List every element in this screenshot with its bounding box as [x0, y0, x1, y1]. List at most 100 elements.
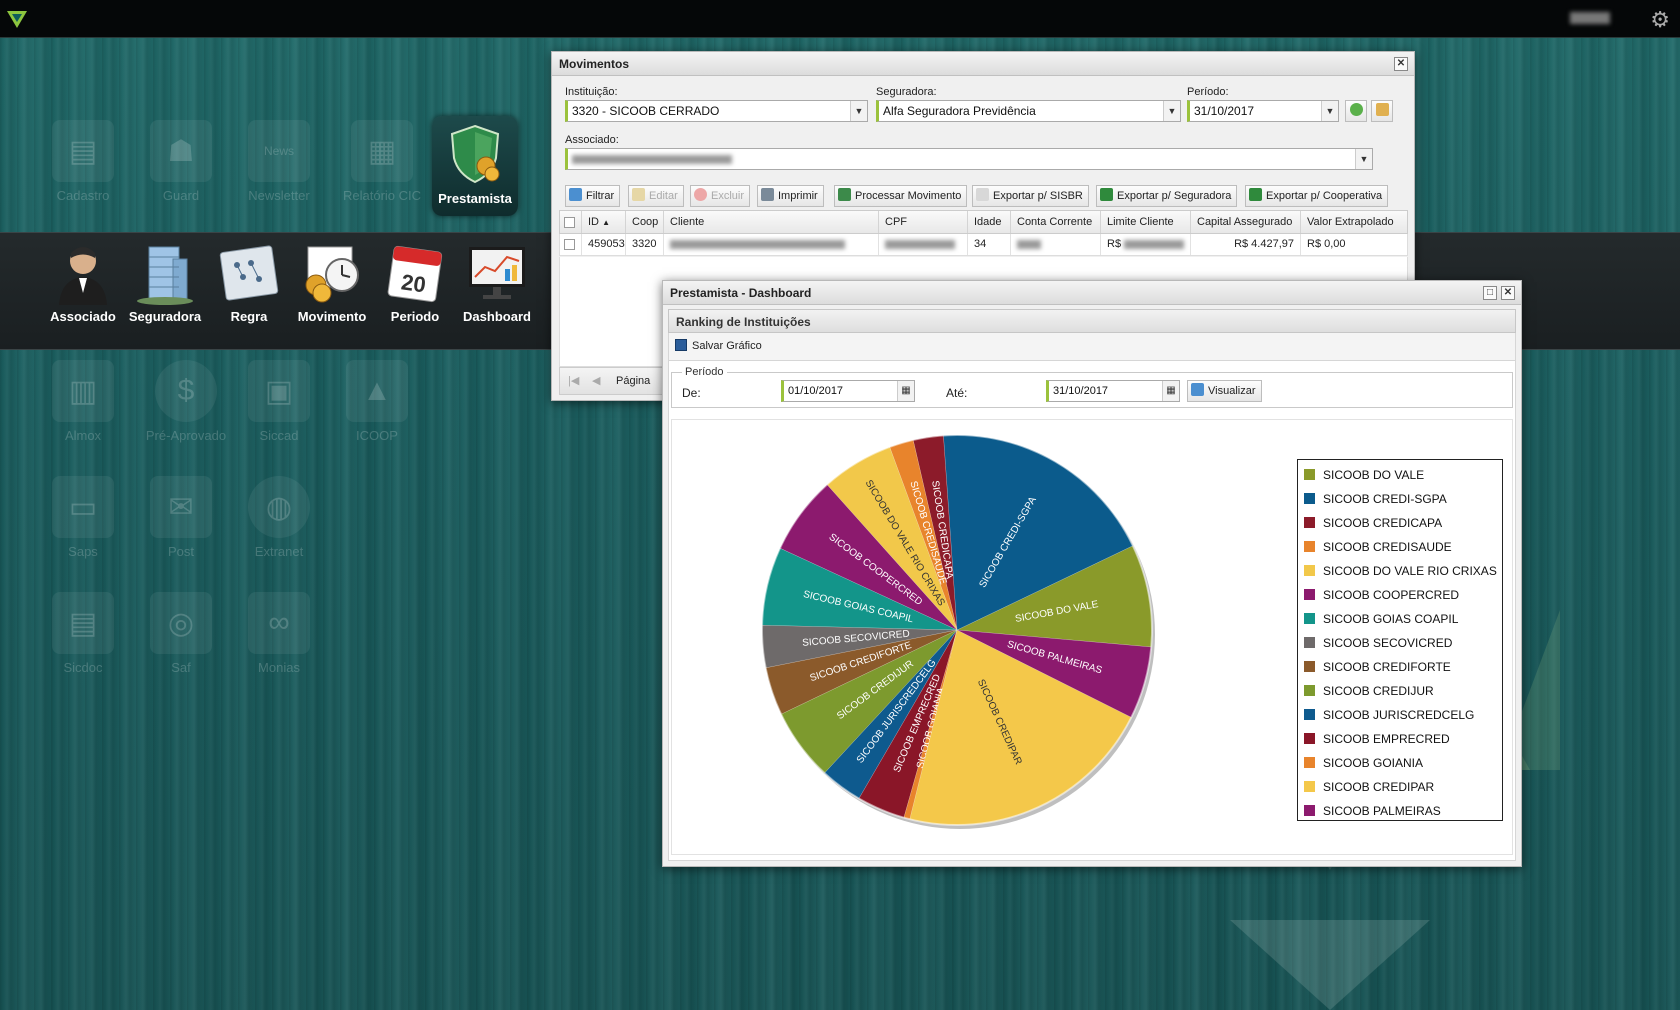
ribbon-movimento[interactable]: Movimento — [292, 241, 372, 324]
col-capital-assegurado[interactable]: Capital Assegurado — [1191, 211, 1301, 233]
chevron-down-icon[interactable]: ▼ — [850, 101, 867, 121]
legend-item[interactable]: SICOOB CREDICAPA — [1304, 516, 1442, 534]
dashboard-title-bar[interactable]: Prestamista - Dashboard □ ✕ — [663, 281, 1521, 305]
legend-item[interactable]: SICOOB GOIAS COAPIL — [1304, 612, 1458, 630]
exportar-cooperativa-button[interactable]: Exportar p/ Cooperativa — [1245, 185, 1389, 207]
user-name-redacted[interactable] — [1570, 12, 1610, 24]
lock-icon — [1375, 103, 1389, 116]
desktop-icon-almox[interactable]: ▥ Almox — [38, 360, 128, 460]
chart-area: SICOOB DO VALE SICOOB CREDI-SGPA SICOOB CR… — [671, 419, 1513, 855]
ribbon-dashboard[interactable]: Dashboard — [457, 241, 537, 324]
legend-label: SICOOB CREDIJUR — [1323, 684, 1434, 698]
desktop-icon-relatorio-cic[interactable]: ▦ Relatório CIC — [332, 120, 432, 220]
legend-item[interactable]: SICOOB COOPERCRED — [1304, 588, 1459, 606]
ribbon-periodo[interactable]: 20 Periodo — [375, 241, 455, 324]
desktop-icon-pre-aprovado[interactable]: $ Pré-Aprovado — [136, 360, 236, 460]
process-icon — [838, 188, 851, 201]
de-date-input[interactable]: 01/10/2017 ▦ — [781, 380, 915, 402]
desktop-icon-saf[interactable]: ◎ Saf — [136, 592, 226, 692]
clock-coins-icon — [305, 246, 359, 303]
table-row[interactable]: 459053 3320 34 R$ R$ 4.427,97 R$ 0,00 — [559, 234, 1408, 256]
legend-item[interactable]: SICOOB JURISCREDCELG — [1304, 708, 1474, 726]
col-idade[interactable]: Idade — [968, 211, 1011, 233]
gear-icon[interactable]: ⚙ — [1650, 7, 1670, 33]
legend-item[interactable]: SICOOB CREDIJUR — [1304, 684, 1434, 702]
imprimir-button[interactable]: Imprimir — [757, 185, 824, 207]
ate-date-input[interactable]: 31/10/2017 ▦ — [1046, 380, 1180, 402]
de-label: De: — [682, 386, 701, 400]
seguradora-select[interactable]: Alfa Seguradora Previdência ▼ — [876, 100, 1181, 122]
movimentos-title-bar[interactable]: Movimentos ✕ — [552, 52, 1414, 76]
col-cliente[interactable]: Cliente — [664, 211, 879, 233]
maximize-icon[interactable]: □ — [1483, 286, 1497, 300]
col-cpf[interactable]: CPF — [879, 211, 968, 233]
seguradora-label: Seguradora: — [876, 86, 937, 98]
exportar-sisbr-button[interactable]: Exportar p/ SISBR — [972, 185, 1089, 207]
col-valor-extrapolado[interactable]: Valor Extrapolado — [1301, 211, 1409, 233]
col-limite-cliente[interactable]: Limite Cliente — [1101, 211, 1191, 233]
desktop-icon-guard[interactable]: ☗ Guard — [136, 120, 226, 220]
pager-label: Página — [616, 375, 651, 387]
legend-item[interactable]: SICOOB GOIANIA — [1304, 756, 1423, 774]
legend-swatch — [1304, 661, 1315, 672]
instituicao-select[interactable]: 3320 - SICOOB CERRADO ▼ — [565, 100, 868, 122]
col-conta-corrente[interactable]: Conta Corrente — [1011, 211, 1101, 233]
ribbon-regra[interactable]: Regra — [209, 241, 289, 324]
processar-movimento-button[interactable]: Processar Movimento — [834, 185, 968, 207]
desktop-icon-sicdoc[interactable]: ▤ Sicdoc — [38, 592, 128, 692]
periodo-select[interactable]: 31/10/2017 ▼ — [1187, 100, 1339, 122]
cell-capital: R$ 4.427,97 — [1191, 234, 1301, 255]
legend-item[interactable]: SICOOB CREDIPAR — [1304, 780, 1434, 798]
legend-item[interactable]: SICOOB CREDIFORTE — [1304, 660, 1451, 678]
row-checkbox[interactable] — [560, 234, 582, 255]
desktop-icon-prestamista[interactable]: Prestamista — [432, 116, 518, 216]
person-icon — [59, 247, 107, 305]
select-all-checkbox[interactable] — [560, 211, 582, 233]
desktop-icon-extranet[interactable]: ◍ Extranet — [234, 476, 324, 576]
calendar-picker-icon[interactable]: ▦ — [1162, 381, 1179, 401]
delete-icon — [694, 188, 707, 201]
desktop-icon-newsletter[interactable]: News Newsletter — [234, 120, 324, 220]
legend-label: SICOOB CREDICAPA — [1323, 516, 1443, 530]
close-icon[interactable]: ✕ — [1501, 286, 1515, 300]
ribbon-associado[interactable]: Associado — [43, 241, 123, 324]
legend-swatch — [1304, 685, 1315, 696]
lock-periodo-button[interactable] — [1371, 100, 1393, 122]
legend-item[interactable]: SICOOB DO VALE RIO CRIXAS — [1304, 564, 1497, 582]
legend-item[interactable]: SICOOB CREDI-SGPA — [1304, 492, 1447, 510]
first-page-icon[interactable]: |◀ — [568, 374, 579, 387]
col-id[interactable]: ID ▲ — [582, 211, 626, 233]
desktop-icon-cadastro[interactable]: ▤ Cadastro — [38, 120, 128, 220]
floppy-disk-icon — [675, 339, 687, 351]
close-icon[interactable]: ✕ — [1394, 57, 1408, 71]
legend-item[interactable]: SICOOB PALMEIRAS — [1304, 804, 1441, 822]
desktop-icon-post[interactable]: ✉ Post — [136, 476, 226, 576]
printer-icon — [761, 188, 774, 201]
legend-item[interactable]: SICOOB EMPRECRED — [1304, 732, 1450, 750]
ribbon-seguradora[interactable]: Seguradora — [125, 241, 205, 324]
legend-item[interactable]: SICOOB SECOVICRED — [1304, 636, 1452, 654]
add-periodo-button[interactable] — [1345, 100, 1367, 122]
col-coop[interactable]: Coop — [626, 211, 664, 233]
chevron-down-icon[interactable]: ▼ — [1163, 101, 1180, 121]
desktop-icon-siccad[interactable]: ▣ Siccad — [234, 360, 324, 460]
chevron-down-icon[interactable]: ▼ — [1355, 149, 1372, 169]
desktop-icon-icoop[interactable]: ▲ ICOOP — [332, 360, 422, 460]
calendar-picker-icon[interactable]: ▦ — [897, 381, 914, 401]
associado-select[interactable]: ▼ — [565, 148, 1373, 170]
desktop-icon-saps[interactable]: ▭ Saps — [38, 476, 128, 576]
desktop-icon-monias[interactable]: ∞ Monias — [234, 592, 324, 692]
exportar-seguradora-button[interactable]: Exportar p/ Seguradora — [1096, 185, 1238, 207]
legend-label: SICOOB JURISCREDCELG — [1323, 708, 1475, 722]
prev-page-icon[interactable]: ◀ — [592, 374, 600, 387]
chevron-down-icon[interactable]: ▼ — [1321, 101, 1338, 121]
legend-item[interactable]: SICOOB CREDISAUDE — [1304, 540, 1452, 558]
salvar-grafico-button[interactable]: Salvar Gráfico — [675, 339, 762, 352]
app-logo-icon[interactable] — [6, 8, 28, 30]
legend-item[interactable]: SICOOB DO VALE — [1304, 468, 1424, 486]
filtrar-button[interactable]: Filtrar — [565, 185, 621, 207]
excluir-button[interactable]: Excluir — [690, 185, 751, 207]
editar-button[interactable]: Editar — [628, 185, 684, 207]
visualizar-button[interactable]: Visualizar — [1187, 380, 1262, 402]
legend-label: SICOOB GOIANIA — [1323, 756, 1424, 770]
